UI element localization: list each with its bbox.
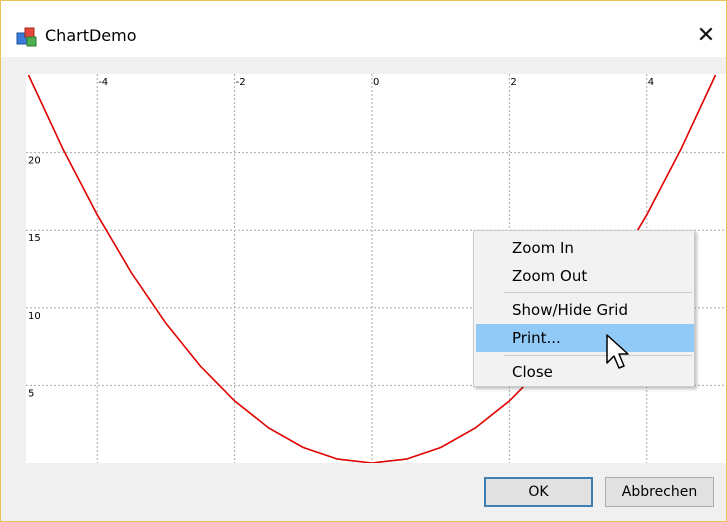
window-title: ChartDemo: [45, 26, 137, 45]
mouse-cursor-icon: [606, 334, 629, 369]
cancel-button[interactable]: Abbrechen: [605, 477, 714, 507]
y-tick-label: 5: [28, 388, 34, 399]
x-tick-label: 2: [510, 77, 516, 88]
menu-separator: [504, 355, 692, 356]
y-tick-label: 10: [28, 311, 41, 322]
ok-button[interactable]: OK: [484, 477, 593, 507]
menu-item-close[interactable]: Close: [476, 358, 694, 386]
x-tick-label: 4: [648, 77, 654, 88]
x-tick-label: -2: [236, 77, 246, 88]
x-tick-label: -4: [98, 77, 108, 88]
menu-item-zoom-out[interactable]: Zoom Out: [476, 262, 694, 290]
y-tick-label: 20: [28, 156, 41, 167]
context-menu: Zoom In Zoom Out Show/Hide Grid Print...…: [473, 230, 695, 387]
app-icon: [16, 27, 37, 47]
menu-item-zoom-in[interactable]: Zoom In: [476, 234, 694, 262]
y-tick-label: 15: [28, 233, 41, 244]
chartdemo-window: ChartDemo ✕ -4 -2 0 2 4 20 15 10 5 OK Abbrechen …: [0, 0, 727, 522]
menu-separator: [504, 292, 692, 293]
menu-item-show-hide-grid[interactable]: Show/Hide Grid: [476, 296, 694, 324]
x-tick-label: 0: [373, 77, 379, 88]
menu-item-print[interactable]: Print...: [476, 324, 694, 352]
title-bar[interactable]: ChartDemo ✕: [1, 1, 726, 57]
close-icon[interactable]: ✕: [691, 21, 721, 51]
